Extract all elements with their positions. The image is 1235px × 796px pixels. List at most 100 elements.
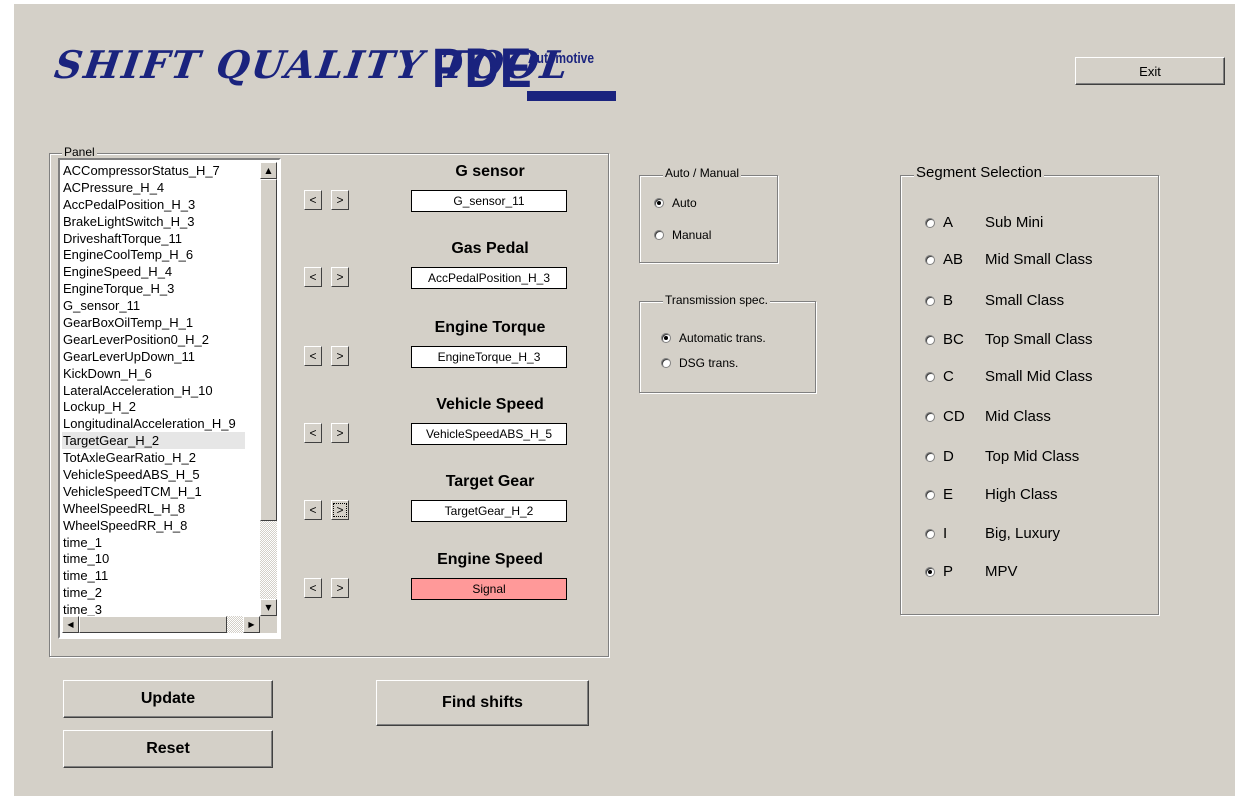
reset-button[interactable]: Reset [63,730,273,768]
signal-list-item[interactable]: TargetGear_H_2 [62,432,245,450]
radio-button-icon[interactable] [661,333,671,343]
gas-pedal-remove-button[interactable]: < [304,267,322,287]
signal-list-item[interactable]: AccPedalPosition_H_3 [62,196,245,213]
signal-list-item[interactable]: EngineCoolTemp_H_6 [62,246,245,263]
signal-list-item[interactable]: VehicleSpeedABS_H_5 [62,466,245,483]
radio-button-icon[interactable] [925,489,935,500]
brand-logo: PDE [432,36,533,99]
engine-torque-remove-button[interactable]: < [304,346,322,366]
radio-button-icon[interactable] [925,371,935,382]
vehicle-speed-remove-button[interactable]: < [304,423,322,443]
auto-manual-radio-label: Auto [672,196,697,210]
radio-button-icon[interactable] [925,411,935,422]
segment-radio-ab[interactable]: AB Mid Small Class [925,251,1093,268]
g-sensor-remove-button[interactable]: < [304,190,322,210]
scroll-right-arrow-icon[interactable]: ▶ [243,616,260,633]
signal-list-item[interactable]: ACCompressorStatus_H_7 [62,162,245,179]
radio-button-icon[interactable] [925,451,935,462]
vertical-scroll-thumb[interactable] [260,179,277,521]
signal-listbox[interactable]: ACCompressorStatus_H_7 ACPressure_H_4 AccP… [58,158,281,639]
scroll-down-arrow-icon[interactable]: ▼ [260,599,277,616]
segment-radio-p[interactable]: P MPV [925,563,1018,580]
scroll-left-arrow-icon[interactable]: ◀ [62,616,79,633]
vehicle-speed-assign-button[interactable]: > [331,423,349,443]
radio-button-icon[interactable] [925,334,935,345]
exit-button[interactable]: Exit [1075,57,1225,85]
segment-radio-cd[interactable]: CD Mid Class [925,408,1051,425]
segment-code: AB [943,251,964,268]
radio-button-icon[interactable] [925,217,935,228]
radio-button-icon[interactable] [654,230,664,240]
vehicle-speed-title: Vehicle Speed [436,396,544,413]
radio-button-icon[interactable] [925,254,935,265]
signal-list-item[interactable]: KickDown_H_6 [62,365,245,382]
segment-radio-e[interactable]: E High Class [925,486,1058,503]
engine-speed-assign-button[interactable]: > [331,578,349,598]
g-sensor-assign-button[interactable]: > [331,190,349,210]
signal-list-item[interactable]: EngineTorque_H_3 [62,280,245,297]
radio-button-icon[interactable] [925,295,935,306]
engine-speed-signal-field[interactable]: Signal [411,578,567,600]
target-gear-title: Target Gear [445,473,535,490]
signal-list-item[interactable]: DriveshaftTorque_11 [62,230,245,247]
transmission-radio-label: DSG trans. [679,356,739,370]
signal-list-item[interactable]: GearLeverPosition0_H_2 [62,331,245,348]
segment-radio-b[interactable]: B Small Class [925,292,1064,309]
horizontal-scroll-thumb[interactable] [79,616,227,633]
transmission-radio-automatic-trans[interactable]: Automatic trans. [661,331,766,345]
segment-radio-a[interactable]: A Sub Mini [925,214,1043,231]
segment-radio-d[interactable]: D Top Mid Class [925,448,1079,465]
signal-list-item[interactable]: time_11 [62,567,245,584]
auto-manual-radio-manual[interactable]: Manual [654,228,711,242]
segment-radio-i[interactable]: I Big, Luxury [925,525,1060,542]
segment-name: Mid Class [985,408,1051,425]
target-gear-assign-button[interactable]: > [331,500,349,520]
signal-list-item[interactable]: EngineSpeed_H_4 [62,263,245,280]
gas-pedal-assign-button[interactable]: > [331,267,349,287]
segment-name: MPV [985,563,1018,580]
signal-list-item[interactable]: BrakeLightSwitch_H_3 [62,213,245,230]
signal-list-item[interactable]: time_2 [62,584,245,601]
auto-manual-radio-auto[interactable]: Auto [654,196,697,210]
signal-list-item[interactable]: WheelSpeedRL_H_8 [62,500,245,517]
signal-list-item[interactable]: GearLeverUpDown_11 [62,348,245,365]
update-button[interactable]: Update [63,680,273,718]
target-gear-assign-button-label: > [333,503,347,517]
vehicle-speed-signal-field[interactable]: VehicleSpeedABS_H_5 [411,423,567,445]
segment-name: Sub Mini [985,214,1044,231]
signal-list-item[interactable]: ACPressure_H_4 [62,179,245,196]
radio-button-icon[interactable] [661,358,671,368]
signal-list-item[interactable]: Lockup_H_2 [62,398,245,415]
find-shifts-button[interactable]: Find shifts [376,680,589,726]
vertical-scrollbar[interactable]: ▲ ▼ [260,162,277,616]
segment-radio-bc[interactable]: BC Top Small Class [925,331,1093,348]
signal-list-item[interactable]: LongitudinalAcceleration_H_9 [62,415,245,432]
scroll-up-arrow-icon[interactable]: ▲ [260,162,277,179]
transmission-radio-dsg-trans[interactable]: DSG trans. [661,356,738,370]
segment-radio-c[interactable]: C Small Mid Class [925,368,1093,385]
radio-button-icon[interactable] [925,528,935,539]
signal-list-item[interactable]: time_10 [62,550,245,567]
signal-list-item[interactable]: GearBoxOilTemp_H_1 [62,314,245,331]
gas-pedal-signal-field[interactable]: AccPedalPosition_H_3 [411,267,567,289]
segment-name: Big, Luxury [985,525,1061,542]
signal-list-item[interactable]: VehicleSpeedTCM_H_1 [62,483,245,500]
engine-speed-remove-button[interactable]: < [304,578,322,598]
target-gear-remove-button[interactable]: < [304,500,322,520]
radio-button-icon[interactable] [654,198,664,208]
radio-button-icon[interactable] [925,566,935,577]
signal-list-item[interactable]: TotAxleGearRatio_H_2 [62,449,245,466]
horizontal-scrollbar[interactable]: ◀ ▶ [62,616,260,633]
signal-list-item[interactable]: time_1 [62,534,245,551]
signal-list-item[interactable]: LateralAcceleration_H_10 [62,382,245,399]
engine-torque-signal-field[interactable]: EngineTorque_H_3 [411,346,567,368]
segment-name: Mid Small Class [985,251,1093,268]
target-gear-signal-field[interactable]: TargetGear_H_2 [411,500,567,522]
signal-list-item[interactable]: WheelSpeedRR_H_8 [62,517,245,534]
g-sensor-signal-field[interactable]: G_sensor_11 [411,190,567,212]
signal-list-item[interactable]: G_sensor_11 [62,297,245,314]
auto-manual-radio-label: Manual [672,228,712,242]
engine-torque-assign-button[interactable]: > [331,346,349,366]
segment-name: Top Mid Class [985,448,1080,465]
segment-name: Small Mid Class [985,368,1093,385]
